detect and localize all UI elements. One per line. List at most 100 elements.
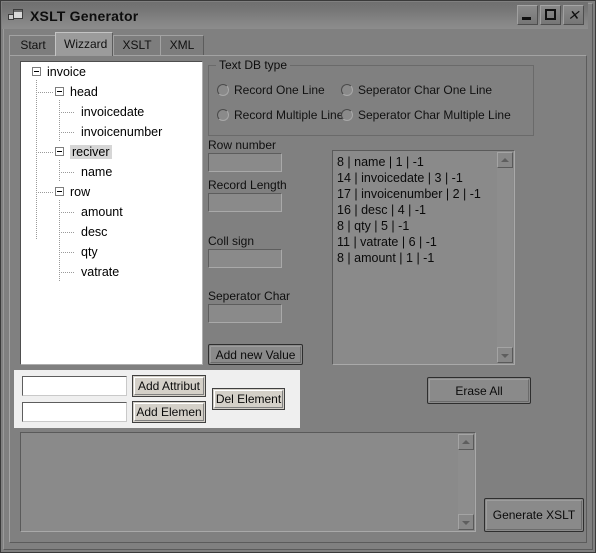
- tree-node-label: vatrate: [81, 265, 120, 279]
- tree-node-label: reciver: [70, 145, 112, 159]
- tab-xml[interactable]: XML: [160, 35, 204, 55]
- generate-xslt-button[interactable]: Generate XSLT: [484, 498, 584, 532]
- tree-node[interactable]: row: [21, 182, 202, 202]
- scroll-up-button[interactable]: [458, 434, 474, 450]
- radio-seperator-char-one-line[interactable]: Seperator Char One Line: [341, 83, 492, 97]
- radio-icon: [217, 84, 229, 96]
- chevron-up-icon: [501, 158, 509, 162]
- window-controls: ✕: [517, 5, 584, 25]
- coll-sign-input[interactable]: [208, 249, 282, 268]
- tree-line: [59, 272, 75, 273]
- radio-record-multiple-line[interactable]: Record Multiple Line: [217, 108, 343, 122]
- tree-expander-icon[interactable]: [55, 87, 64, 96]
- radio-seperator-char-multiple-line[interactable]: Seperator Char Multiple Line: [341, 108, 511, 122]
- xslt-output-textarea[interactable]: [20, 432, 476, 532]
- scrollbar-track[interactable]: [458, 450, 474, 514]
- tree-line: [59, 212, 75, 213]
- tree-node-label: qty: [81, 245, 98, 259]
- window-title: XSLT Generator: [30, 7, 139, 24]
- radio-icon: [217, 109, 229, 121]
- listbox-scrollbar[interactable]: [497, 152, 513, 363]
- tree-node[interactable]: invoice: [21, 62, 202, 82]
- list-item[interactable]: 17 | invoicenumber | 2 | -1: [337, 186, 496, 202]
- tree-node-label: head: [70, 85, 98, 99]
- row-number-label: Row number: [208, 138, 277, 152]
- maximize-icon: [545, 9, 556, 20]
- list-item[interactable]: 8 | name | 1 | -1: [337, 154, 496, 170]
- tab-wizzard[interactable]: Wizzard: [55, 32, 113, 56]
- tab-xslt[interactable]: XSLT: [113, 35, 161, 55]
- tree-node-label: name: [81, 165, 113, 179]
- record-length-input[interactable]: [208, 193, 282, 212]
- tree-node[interactable]: qty: [21, 242, 202, 262]
- scrollbar-track[interactable]: [497, 168, 513, 347]
- tree-node[interactable]: invoicenumber: [21, 122, 202, 142]
- close-button[interactable]: ✕: [563, 5, 584, 25]
- radio-record-one-line[interactable]: Record One Line: [217, 83, 325, 97]
- value-list-items: 8 | name | 1 | -1 14 | invoicedate | 3 |…: [337, 154, 496, 266]
- list-item[interactable]: 14 | invoicedate | 3 | -1: [337, 170, 496, 186]
- chevron-down-icon: [501, 354, 509, 358]
- tree-node-label: row: [70, 185, 91, 199]
- tree-node[interactable]: invoicedate: [21, 102, 202, 122]
- tree-node[interactable]: desc: [21, 222, 202, 242]
- tree-node[interactable]: amount: [21, 202, 202, 222]
- text-db-type-title: Text DB type: [216, 58, 291, 72]
- tree-expander-icon[interactable]: [55, 147, 64, 156]
- radio-label: Record One Line: [234, 83, 325, 97]
- tree-node[interactable]: vatrate: [21, 262, 202, 282]
- tree-node-label: amount: [81, 205, 123, 219]
- list-item[interactable]: 8 | qty | 5 | -1: [337, 218, 496, 234]
- element-editor-panel: Add Attribut Add Elemen Del Element: [14, 370, 300, 428]
- text-db-type-groupbox: Text DB type Record One Line Seperator C…: [208, 58, 534, 136]
- tree-node-selected[interactable]: reciver: [21, 142, 202, 162]
- list-item[interactable]: 8 | amount | 1 | -1: [337, 250, 496, 266]
- radio-label: Record Multiple Line: [234, 108, 344, 122]
- scroll-up-button[interactable]: [497, 152, 513, 168]
- app-form-icon: [7, 7, 25, 25]
- seperator-char-label: Seperator Char: [208, 289, 291, 303]
- tree-expander-icon[interactable]: [32, 67, 41, 76]
- row-number-input[interactable]: [208, 153, 282, 172]
- tree-line: [36, 152, 54, 153]
- chevron-down-icon: [462, 521, 470, 525]
- scroll-down-button[interactable]: [458, 514, 474, 530]
- tree-line: [59, 172, 75, 173]
- tree-node-label: invoicenumber: [81, 125, 163, 139]
- add-attribut-button[interactable]: Add Attribut: [132, 375, 206, 397]
- list-item[interactable]: 11 | vatrate | 6 | -1: [337, 234, 496, 250]
- tree-node-label: invoice: [47, 65, 86, 79]
- tree-node-label: invoicedate: [81, 105, 145, 119]
- output-scrollbar[interactable]: [458, 434, 474, 530]
- close-icon: ✕: [567, 7, 580, 23]
- radio-icon: [341, 109, 353, 121]
- maximize-button[interactable]: [540, 5, 561, 25]
- element-name-input[interactable]: [22, 402, 127, 422]
- tab-start[interactable]: Start: [9, 35, 57, 55]
- tree-node[interactable]: head: [21, 82, 202, 102]
- element-tree[interactable]: invoice head invoicedate invoicenumber r…: [20, 61, 203, 365]
- add-elemen-button[interactable]: Add Elemen: [132, 401, 206, 423]
- radio-label: Seperator Char Multiple Line: [358, 108, 511, 122]
- tree-node[interactable]: name: [21, 162, 202, 182]
- scroll-down-button[interactable]: [497, 347, 513, 363]
- coll-sign-label: Coll sign: [208, 234, 255, 248]
- del-element-button[interactable]: Del Element: [212, 388, 285, 410]
- add-new-value-button[interactable]: Add new Value: [208, 344, 303, 365]
- tree-line: [36, 192, 54, 193]
- radio-label: Seperator Char One Line: [358, 83, 493, 97]
- erase-all-button[interactable]: Erase All: [427, 377, 531, 404]
- minimize-button[interactable]: [517, 5, 538, 25]
- minimize-icon: [522, 17, 531, 20]
- seperator-char-input[interactable]: [208, 304, 282, 323]
- tree-line: [59, 232, 75, 233]
- chevron-up-icon: [462, 440, 470, 444]
- list-item[interactable]: 16 | desc | 4 | -1: [337, 202, 496, 218]
- value-listbox[interactable]: 8 | name | 1 | -1 14 | invoicedate | 3 |…: [332, 150, 515, 365]
- app-window: XSLT Generator ✕ Start Wizzard XSLT XML …: [0, 0, 596, 553]
- title-bar[interactable]: XSLT Generator ✕: [2, 2, 588, 29]
- tree-line: [59, 252, 75, 253]
- tab-strip: Start Wizzard XSLT XML: [9, 32, 587, 56]
- tree-expander-icon[interactable]: [55, 187, 64, 196]
- attribute-name-input[interactable]: [22, 376, 127, 396]
